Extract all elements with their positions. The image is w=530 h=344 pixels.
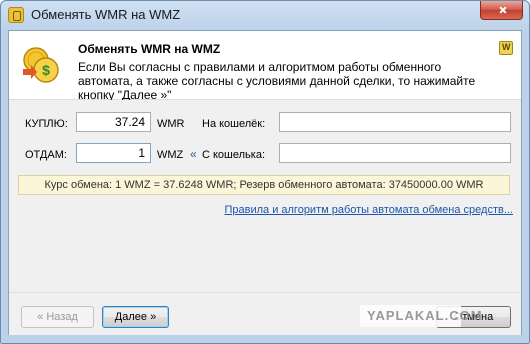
close-button[interactable]	[480, 1, 523, 20]
give-currency: WMZ	[157, 149, 184, 161]
rules-link[interactable]: Правила и алгоритм работы автомата обмен…	[224, 204, 513, 216]
back-button[interactable]: « Назад	[21, 306, 94, 328]
from-wallet-select[interactable]	[279, 143, 511, 163]
give-amount-input[interactable]: 1	[76, 143, 151, 163]
svg-text:$: $	[42, 62, 50, 78]
give-label: ОТДАМ:	[25, 149, 67, 161]
watermark: YAPLAKAL.COM	[360, 305, 482, 327]
from-wallet-label: С кошелька:	[202, 149, 266, 161]
webmoney-help-icon[interactable]	[499, 41, 513, 55]
to-wallet-select[interactable]	[279, 112, 511, 132]
buy-currency: WMR	[157, 118, 185, 130]
buy-label: КУПЛЮ:	[25, 118, 68, 130]
to-wallet-label: На кошелёк:	[202, 118, 266, 130]
exchange-window: Обменять WMR на WMZ $ Обменять WMR на WM…	[0, 0, 530, 344]
dialog-description: Если Вы согласны с правилами и алгоритмо…	[78, 60, 476, 102]
window-title: Обменять WMR на WMZ	[31, 7, 181, 22]
swap-arrow-icon: «	[190, 147, 197, 161]
buy-amount-input[interactable]: 37.24	[76, 112, 151, 132]
title-bar[interactable]: Обменять WMR на WMZ	[1, 1, 529, 29]
next-button[interactable]: Далее »	[102, 306, 169, 328]
dialog-header: $ Обменять WMR на WMZ Если Вы согласны с…	[9, 31, 521, 102]
coins-exchange-icon: $	[23, 47, 59, 83]
exchange-form: КУПЛЮ: 37.24 WMR На кошелёк: ОТДАМ: 1 WM…	[9, 100, 521, 292]
dialog-client: $ Обменять WMR на WMZ Если Вы согласны с…	[8, 30, 522, 335]
dialog-heading: Обменять WMR на WMZ	[78, 42, 221, 56]
exchange-rate-info: Курс обмена: 1 WMZ = 37.6248 WMR; Резерв…	[18, 175, 510, 195]
webmoney-icon	[8, 7, 24, 23]
